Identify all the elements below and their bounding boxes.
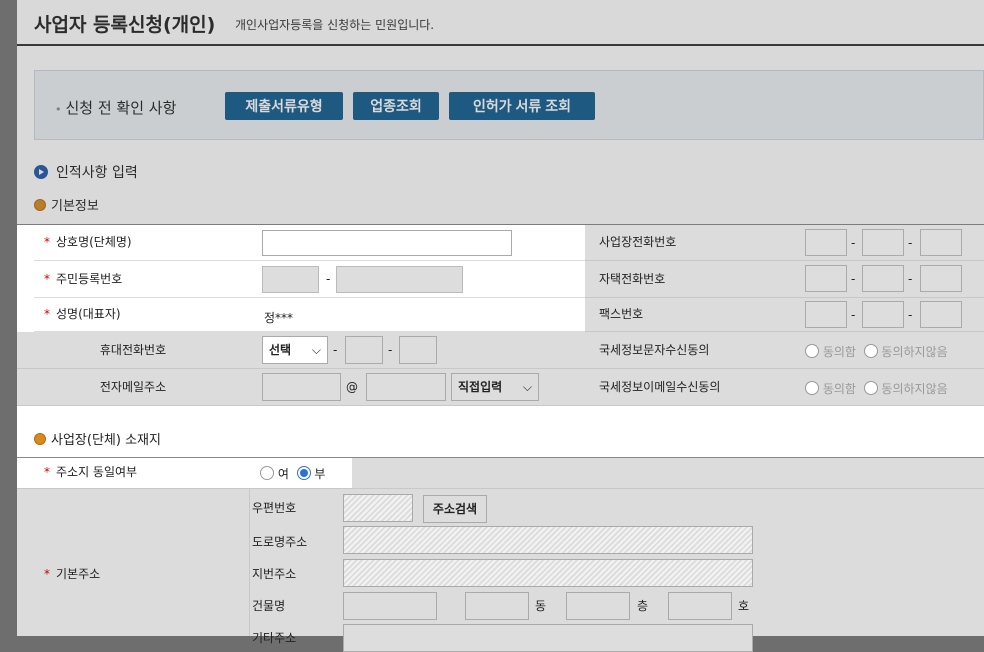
row-name: * 성명(대표자) 정***	[34, 298, 585, 332]
fax-3-input[interactable]	[920, 301, 962, 328]
company-name-label: * 상호명(단체명)	[44, 235, 132, 249]
home-phone-2-input[interactable]	[862, 265, 904, 292]
row-email: 전자메일주소 @ 직접입력 ⌵ 국세정보이메일수신동의 동의함 동의하지않음	[17, 369, 984, 406]
email-domain-input[interactable]	[366, 373, 446, 401]
page-description: 개인사업자등록을 신청하는 민원입니다.	[235, 18, 435, 32]
sms-consent-yes-radio[interactable]	[805, 344, 819, 358]
postal-code-input[interactable]	[343, 494, 413, 522]
section-address-title: 사업장(단체) 소재지	[34, 429, 161, 448]
sms-consent-no-radio[interactable]	[863, 344, 878, 358]
resident-no-front-input[interactable]	[262, 266, 319, 293]
row-mobile: 휴대전화번호 선택 ⌵ - - 국세정보문자수신동의 동의함 동의하지않음	[17, 332, 984, 369]
sms-consent-label: 국세정보문자수신동의	[599, 343, 710, 357]
basic-address-block: * 기본주소 우편번호 주소검색 도로명주소 지번주소 건물명 동 층 호 기타주…	[17, 489, 984, 652]
row-resident-no: * 주민등록번호 -	[34, 261, 585, 298]
chevron-down-icon: ⌵	[522, 380, 532, 394]
precheck-box: • 신청 전 확인 사항 제출서류유형 업종조회 인허가 서류 조회	[34, 70, 984, 140]
row-fax: 팩스번호 - -	[585, 298, 984, 332]
home-phone-label: 자택전화번호	[599, 272, 666, 286]
email-consent-options: 동의함 동의하지않음	[805, 380, 948, 397]
page-title: 사업자 등록신청(개인)	[34, 14, 216, 36]
row-same-address-rest	[352, 458, 984, 488]
basic-address-label: * 기본주소	[44, 567, 101, 581]
section-personal-title: 인적사항 입력	[34, 162, 138, 182]
basic-address-label-cell	[17, 489, 250, 636]
dash: -	[851, 236, 856, 250]
ho-label: 호	[738, 599, 750, 613]
home-phone-3-input[interactable]	[920, 265, 962, 292]
other-address-input[interactable]	[343, 624, 753, 652]
floor-input[interactable]	[566, 592, 630, 620]
home-phone-1-input[interactable]	[805, 265, 847, 292]
biz-phone-label: 사업장전화번호	[599, 235, 677, 249]
dash: -	[851, 272, 856, 286]
sms-consent-options: 동의함 동의하지않음	[805, 343, 948, 360]
email-id-input[interactable]	[262, 373, 341, 401]
name-label: * 성명(대표자)	[44, 307, 121, 321]
dong-label: 동	[535, 599, 547, 613]
dash: -	[908, 236, 913, 250]
dash: -	[388, 343, 393, 357]
building-name-label: 건물명	[252, 599, 286, 613]
name-value: 정***	[264, 311, 294, 325]
email-consent-no-radio[interactable]	[863, 381, 878, 395]
lot-address-label: 지번주소	[252, 567, 297, 581]
mobile-3-input[interactable]	[399, 336, 437, 364]
row-same-address: * 주소지 동일여부 여 부	[34, 458, 352, 488]
mobile-prefix-select[interactable]: 선택 ⌵	[262, 336, 328, 364]
biz-phone-3-input[interactable]	[920, 229, 962, 256]
road-address-input[interactable]	[343, 526, 753, 554]
lot-address-input[interactable]	[343, 559, 753, 587]
fax-2-input[interactable]	[862, 301, 904, 328]
industry-search-button[interactable]: 업종조회	[353, 92, 439, 120]
biz-phone-2-input[interactable]	[862, 229, 904, 256]
row-company-name: * 상호명(단체명)	[34, 225, 585, 261]
precheck-label: • 신청 전 확인 사항	[55, 99, 177, 117]
fax-1-input[interactable]	[805, 301, 847, 328]
email-label: 전자메일주소	[99, 380, 167, 394]
page: 사업자 등록신청(개인) 개인사업자등록을 신청하는 민원입니다. • 신청 전 …	[17, 0, 984, 652]
same-address-yes-radio[interactable]	[260, 466, 274, 480]
chevron-down-icon: ⌵	[311, 343, 321, 357]
floor-label: 층	[637, 599, 649, 613]
same-address-options: 여 부	[260, 465, 325, 482]
email-at: @	[346, 380, 358, 394]
email-domain-select[interactable]: 직접입력 ⌵	[451, 373, 539, 401]
email-consent-yes-radio[interactable]	[805, 381, 819, 395]
other-address-label: 기타주소	[252, 631, 297, 645]
dong-input[interactable]	[465, 592, 529, 620]
resident-no-back-input[interactable]	[336, 266, 463, 293]
road-address-label: 도로명주소	[252, 535, 308, 549]
license-docs-search-button[interactable]: 인허가 서류 조회	[449, 92, 595, 120]
dash: -	[851, 308, 856, 322]
arrow-circle-icon	[34, 165, 48, 179]
row-biz-phone: 사업장전화번호 - -	[585, 225, 984, 261]
header-divider	[17, 44, 984, 46]
building-name-input[interactable]	[343, 592, 437, 620]
bullet-icon	[34, 433, 46, 445]
resident-no-label: * 주민등록번호	[44, 272, 123, 286]
resident-no-dash: -	[326, 272, 331, 286]
submit-docs-type-button[interactable]: 제출서류유형	[225, 92, 343, 120]
fax-label: 팩스번호	[599, 307, 644, 321]
dash: -	[333, 343, 338, 357]
section-basic-info-title: 기본정보	[34, 195, 99, 214]
biz-phone-1-input[interactable]	[805, 229, 847, 256]
company-name-input[interactable]	[262, 230, 512, 256]
dash: -	[908, 272, 913, 286]
same-address-label: * 주소지 동일여부	[44, 465, 138, 479]
mobile-2-input[interactable]	[345, 336, 383, 364]
mobile-label: 휴대전화번호	[99, 343, 167, 357]
ho-input[interactable]	[668, 592, 732, 620]
email-consent-label: 국세정보이메일수신동의	[599, 380, 721, 394]
dash: -	[908, 308, 913, 322]
postal-code-label: 우편번호	[252, 501, 297, 515]
address-search-button[interactable]: 주소검색	[423, 495, 487, 523]
bullet-icon	[34, 199, 46, 211]
same-address-no-radio[interactable]	[296, 466, 311, 480]
row-home-phone: 자택전화번호 - -	[585, 261, 984, 298]
